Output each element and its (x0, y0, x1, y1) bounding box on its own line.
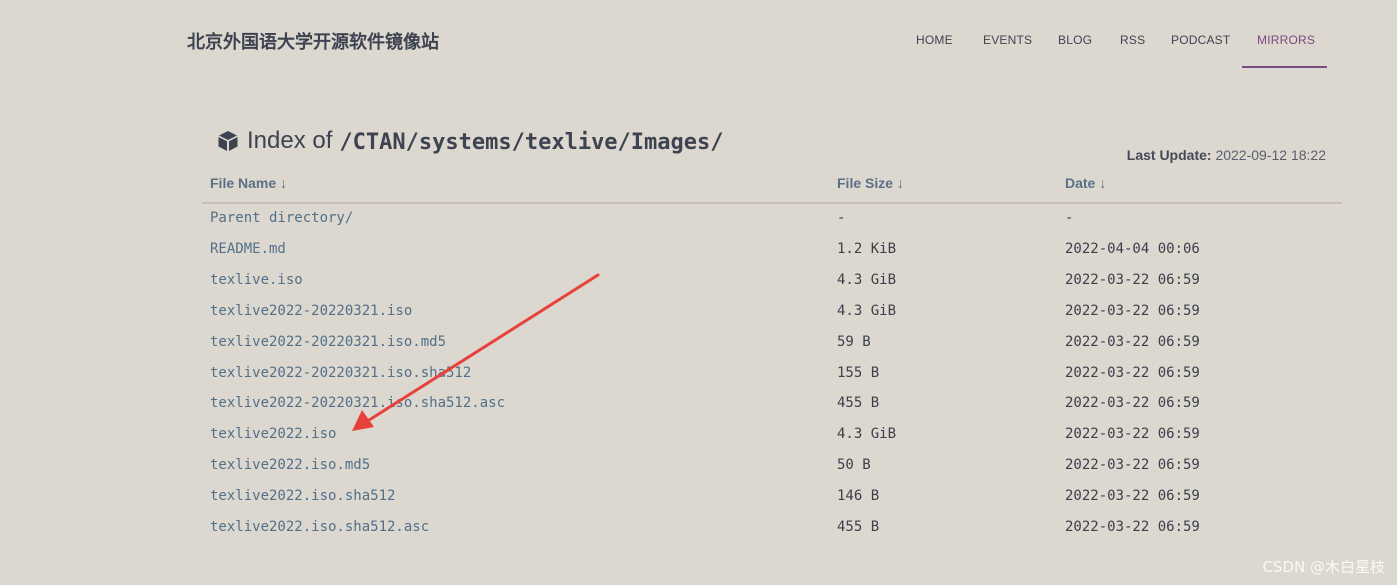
file-size: - (837, 210, 846, 226)
last-update-label: Last Update: (1126, 147, 1212, 163)
watermark: CSDN @木白星枝 (1262, 558, 1385, 576)
file-link[interactable]: README.md (210, 241, 286, 257)
table-row: Parent directory/ - - (0, 210, 1397, 241)
column-date-label: Date (1065, 175, 1096, 191)
column-file-size-label: File Size (837, 175, 894, 191)
file-link[interactable]: texlive2022-20220321.iso (210, 303, 412, 319)
nav-active-underline (1242, 66, 1327, 68)
file-link[interactable]: texlive2022.iso.sha512.asc (210, 519, 429, 535)
column-file-name[interactable]: File Name ↓ (210, 175, 287, 191)
column-file-name-label: File Name (210, 175, 277, 191)
table-row: texlive2022.iso.md5 50 B 2022-03-22 06:5… (0, 457, 1397, 488)
file-link[interactable]: texlive2022.iso.sha512 (210, 488, 395, 504)
file-date: 2022-03-22 06:59 (1065, 365, 1200, 381)
table-row: texlive.iso 4.3 GiB 2022-03-22 06:59 (0, 272, 1397, 303)
nav-home[interactable]: HOME (916, 33, 953, 47)
file-size: 4.3 GiB (837, 272, 897, 288)
table-header-divider (202, 202, 1342, 204)
table-row: texlive2022-20220321.iso.md5 59 B 2022-0… (0, 334, 1397, 365)
sort-arrow-icon: ↓ (897, 175, 905, 191)
table-row: texlive2022.iso.sha512.asc 455 B 2022-03… (0, 519, 1397, 550)
site-title[interactable]: 北京外国语大学开源软件镜像站 (187, 28, 439, 54)
file-link[interactable]: Parent directory/ (210, 210, 353, 226)
file-date: 2022-03-22 06:59 (1065, 395, 1200, 411)
table-row: README.md 1.2 KiB 2022-04-04 00:06 (0, 241, 1397, 272)
file-size: 455 B (837, 395, 880, 411)
file-size: 1.2 KiB (837, 241, 897, 257)
column-date[interactable]: Date ↓ (1065, 175, 1106, 191)
last-update-value: 2022-09-12 18:22 (1215, 147, 1326, 163)
nav-podcast[interactable]: PODCAST (1171, 33, 1230, 47)
nav-mirrors[interactable]: MIRRORS (1257, 33, 1315, 47)
column-file-size[interactable]: File Size ↓ (837, 175, 904, 191)
file-date: 2022-03-22 06:59 (1065, 303, 1200, 319)
file-link[interactable]: texlive2022-20220321.iso.md5 (210, 334, 446, 350)
file-size: 4.3 GiB (837, 426, 897, 442)
file-date: 2022-04-04 00:06 (1065, 241, 1200, 257)
file-date: 2022-03-22 06:59 (1065, 426, 1200, 442)
page-heading: Index of /CTAN/systems/texlive/Images/ (216, 127, 724, 155)
nav-rss[interactable]: RSS (1120, 33, 1145, 47)
file-size: 50 B (837, 457, 871, 473)
file-date: 2022-03-22 06:59 (1065, 488, 1200, 504)
nav-blog[interactable]: BLOG (1058, 33, 1092, 47)
sort-arrow-icon: ↓ (280, 175, 288, 191)
file-link[interactable]: texlive2022-20220321.iso.sha512 (210, 365, 471, 381)
file-size: 155 B (837, 365, 880, 381)
heading-prefix: Index of (247, 127, 333, 154)
file-size: 4.3 GiB (837, 303, 897, 319)
file-size: 146 B (837, 488, 880, 504)
file-date: 2022-03-22 06:59 (1065, 334, 1200, 350)
file-link[interactable]: texlive.iso (210, 272, 303, 288)
table-row: texlive2022.iso 4.3 GiB 2022-03-22 06:59 (0, 426, 1397, 457)
file-size: 455 B (837, 519, 880, 535)
file-link[interactable]: texlive2022.iso.md5 (210, 457, 370, 473)
file-link[interactable]: texlive2022-20220321.iso.sha512.asc (210, 395, 505, 411)
nav-events[interactable]: EVENTS (983, 33, 1032, 47)
file-date: - (1065, 210, 1074, 226)
table-row: texlive2022-20220321.iso.sha512.asc 455 … (0, 395, 1397, 426)
table-row: texlive2022-20220321.iso 4.3 GiB 2022-03… (0, 303, 1397, 334)
file-date: 2022-03-22 06:59 (1065, 519, 1200, 535)
page: 北京外国语大学开源软件镜像站 HOME EVENTS BLOG RSS PODC… (0, 0, 1397, 585)
file-size: 59 B (837, 334, 871, 350)
heading-path: /CTAN/systems/texlive/Images/ (339, 129, 724, 155)
table-row: texlive2022-20220321.iso.sha512 155 B 20… (0, 365, 1397, 396)
sort-arrow-icon: ↓ (1099, 175, 1107, 191)
box-icon (218, 131, 238, 151)
table-row: texlive2022.iso.sha512 146 B 2022-03-22 … (0, 488, 1397, 519)
file-date: 2022-03-22 06:59 (1065, 272, 1200, 288)
file-link[interactable]: texlive2022.iso (210, 426, 336, 442)
last-update: Last Update: 2022-09-12 18:22 (1127, 147, 1326, 163)
file-date: 2022-03-22 06:59 (1065, 457, 1200, 473)
